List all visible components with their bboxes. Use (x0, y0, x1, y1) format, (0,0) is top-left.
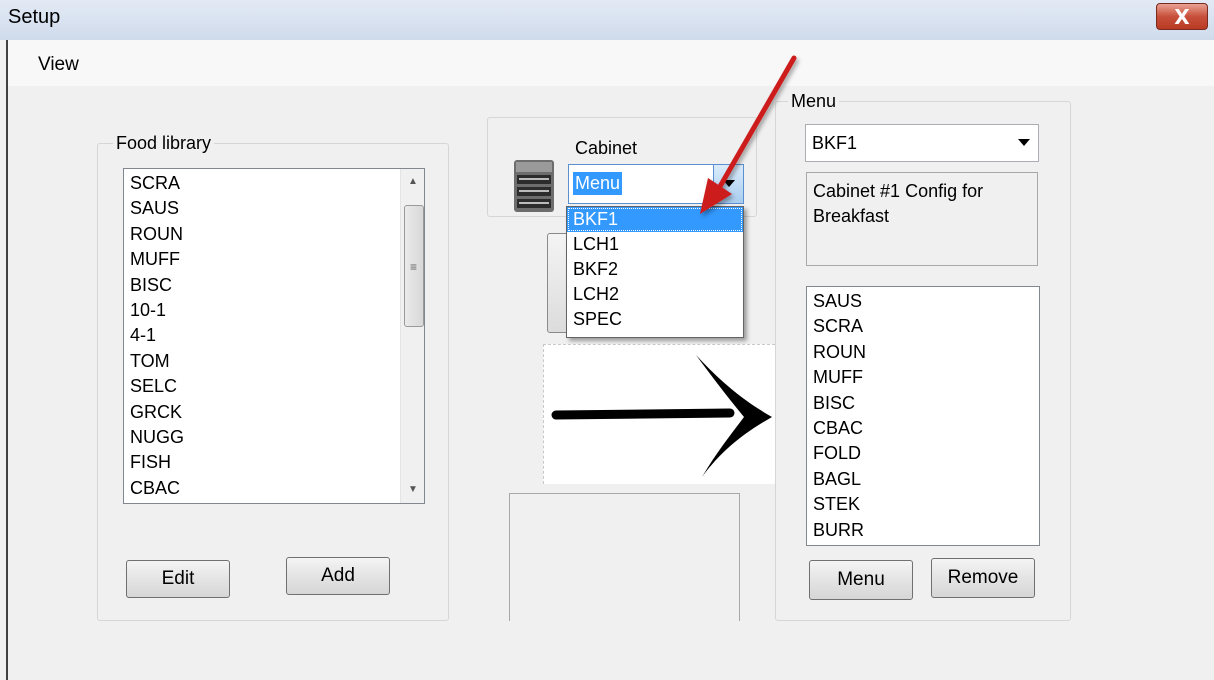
empty-panel (509, 493, 740, 621)
dropdown-option-spec[interactable]: SPEC (567, 307, 743, 332)
list-item[interactable]: STEK (807, 492, 1039, 517)
cabinet-legend: Cabinet (575, 138, 638, 158)
menu-items-list[interactable]: SAUS SCRA ROUN MUFF BISC CBAC FOLD BAGL STEK BURR (806, 286, 1040, 546)
title-bar: Setup X (0, 0, 1214, 40)
dropdown-option-bkf2[interactable]: BKF2 (567, 257, 743, 282)
list-item[interactable]: BISC (124, 273, 424, 298)
list-item[interactable]: SAUS (807, 289, 1039, 314)
close-button[interactable]: X (1156, 3, 1208, 30)
list-item[interactable]: CBAC (807, 416, 1039, 441)
list-item[interactable]: SELC (124, 374, 424, 399)
menu-legend: Menu (788, 91, 840, 112)
list-item[interactable]: BISC (807, 391, 1039, 416)
menu-description-box: Cabinet #1 Config for Breakfast (806, 172, 1038, 266)
list-item[interactable]: ROUN (807, 340, 1039, 365)
list-item[interactable]: MUFF (807, 365, 1039, 390)
add-button[interactable]: Add (286, 557, 390, 595)
list-item[interactable]: 4-1 (124, 323, 424, 348)
menu-item-view[interactable]: View (38, 54, 79, 76)
list-item[interactable]: SCRA (124, 171, 424, 196)
cabinet-combo-value: Menu (573, 172, 623, 195)
list-item[interactable]: FISH (124, 450, 424, 475)
list-item[interactable]: CBAC (124, 476, 424, 501)
list-item[interactable]: FOLD (807, 441, 1039, 466)
cabinet-combo[interactable]: Menu (568, 164, 744, 204)
remove-button[interactable]: Remove (931, 558, 1035, 598)
list-item[interactable]: MUFF (124, 247, 424, 272)
grip-icon: ≡ (410, 260, 418, 274)
scroll-down-icon[interactable]: ▼ (401, 477, 424, 503)
list-item[interactable]: 10-1 (124, 298, 424, 323)
window-title: Setup (8, 6, 61, 28)
menu-description: Cabinet #1 Config for Breakfast (813, 181, 984, 226)
list-item[interactable]: BAGL (807, 467, 1039, 492)
food-library-list[interactable]: SCRA SAUS ROUN MUFF BISC 10-1 4-1 TOM SELC GRCK NU… (123, 168, 425, 504)
food-library-scrollbar[interactable]: ▲ ≡ ▼ (400, 169, 424, 503)
list-item[interactable]: ROUN (124, 222, 424, 247)
list-item[interactable]: NUGG (124, 425, 424, 450)
cabinet-icon (514, 160, 554, 212)
right-arrow-icon (551, 355, 772, 477)
list-item[interactable]: GRCK (124, 400, 424, 425)
dropdown-option-bkf1[interactable]: BKF1 (567, 207, 743, 232)
menu-select-value: BKF1 (812, 133, 858, 153)
cabinet-dropdown-button[interactable] (713, 165, 743, 203)
dropdown-option-lch1[interactable]: LCH1 (567, 232, 743, 257)
dropdown-option-lch2[interactable]: LCH2 (567, 282, 743, 307)
food-library-legend: Food library (113, 133, 215, 154)
close-icon: X (1174, 5, 1190, 29)
scroll-up-icon[interactable]: ▲ (401, 169, 424, 195)
transfer-arrow-panel (543, 344, 775, 484)
list-item[interactable]: TOM (124, 349, 424, 374)
window-left-border (0, 40, 8, 680)
menu-button[interactable]: Menu (809, 560, 913, 600)
cabinet-dropdown-list[interactable]: BKF1 LCH1 BKF2 LCH2 SPEC (566, 206, 744, 338)
list-item[interactable]: SCRA (807, 314, 1039, 339)
chevron-down-icon (723, 180, 735, 187)
chevron-down-icon (1018, 139, 1030, 146)
menu-bar: View (8, 40, 1214, 86)
edit-button[interactable]: Edit (126, 560, 230, 598)
list-item[interactable]: BURR (807, 518, 1039, 543)
menu-select[interactable]: BKF1 (805, 124, 1039, 162)
list-item[interactable]: SAUS (124, 196, 424, 221)
scroll-thumb[interactable]: ≡ (404, 205, 424, 327)
